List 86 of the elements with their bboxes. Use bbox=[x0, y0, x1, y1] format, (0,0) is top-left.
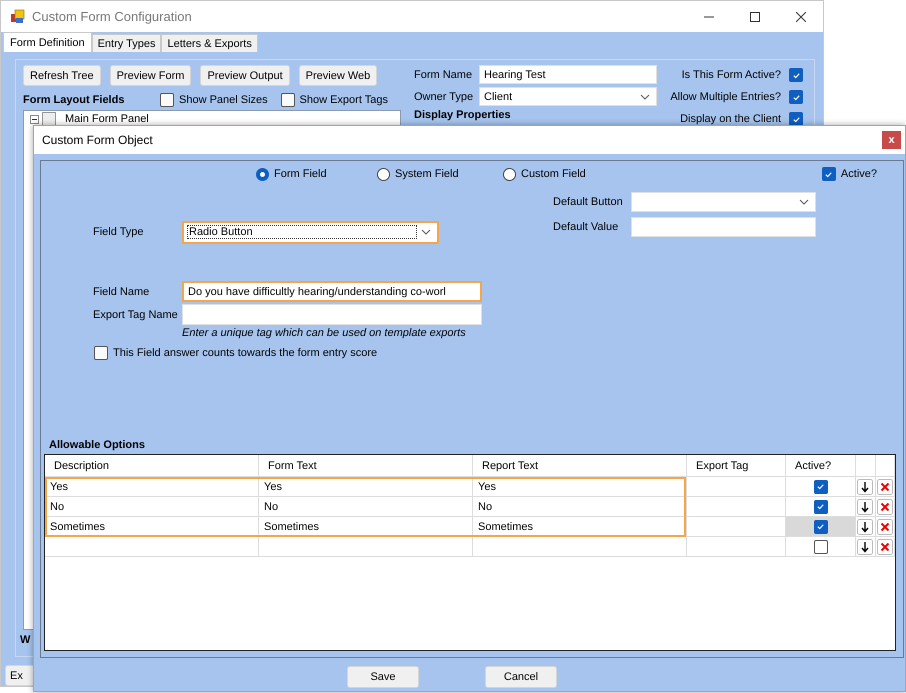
checkbox-label: This Field answer counts towards the form entry score bbox=[113, 347, 378, 359]
move-down-icon[interactable] bbox=[857, 478, 873, 494]
checkbox[interactable] bbox=[789, 90, 803, 104]
field-type-dropdown[interactable]: Radio Button bbox=[182, 220, 439, 244]
checkbox-label: Show Export Tags bbox=[300, 94, 388, 106]
section-heading: Form Layout Fields bbox=[23, 94, 126, 106]
toolbar-button[interactable]: Refresh Tree bbox=[23, 65, 101, 86]
checkbox[interactable] bbox=[789, 112, 803, 126]
checkbox-label: Show Panel Sizes bbox=[179, 94, 268, 106]
radio-label: System Field bbox=[395, 168, 459, 180]
column-header: Form Text bbox=[259, 455, 473, 476]
tree-item[interactable]: Main Form Panel bbox=[65, 113, 149, 125]
field-label: Form Name bbox=[414, 68, 474, 80]
checkbox-label: Active? bbox=[840, 168, 877, 180]
column-header: Description bbox=[45, 455, 259, 476]
toolbar-button[interactable]: Preview Output bbox=[200, 65, 290, 86]
checkbox-label: Display on the Client bbox=[680, 113, 781, 125]
table-cell: No bbox=[259, 497, 473, 516]
app-icon bbox=[10, 8, 26, 24]
checkbox-label: Allow Multiple Entries? bbox=[670, 91, 781, 103]
checkmark-icon bbox=[816, 502, 825, 511]
field-label: Default Button bbox=[553, 196, 624, 208]
tab[interactable]: Letters & Exports bbox=[161, 34, 258, 52]
checkmark-icon bbox=[824, 170, 834, 178]
field-name-field[interactable]: Do you have difficultly hearing/understanding co-worl bbox=[182, 281, 482, 302]
tab[interactable]: Entry Types bbox=[92, 34, 162, 52]
move-down-icon[interactable] bbox=[857, 538, 873, 554]
window-title: Custom Form Configuration bbox=[32, 9, 192, 24]
table-cell: No bbox=[473, 497, 687, 516]
column-header: Report Text bbox=[473, 455, 687, 476]
chevron-icon bbox=[640, 94, 650, 100]
checkbox[interactable] bbox=[280, 93, 295, 107]
chevron-icon bbox=[421, 228, 431, 234]
delete-icon[interactable] bbox=[877, 518, 893, 534]
move-down-icon[interactable] bbox=[857, 498, 873, 514]
dialog-title: Custom Form Object bbox=[42, 133, 153, 147]
owner-type-dropdown[interactable]: Client bbox=[479, 87, 657, 106]
checkbox[interactable] bbox=[822, 167, 836, 181]
checkbox[interactable] bbox=[814, 540, 828, 554]
dialog-button[interactable]: Save bbox=[347, 666, 419, 688]
checkbox[interactable] bbox=[814, 520, 828, 534]
delete-icon[interactable] bbox=[877, 498, 893, 514]
field-label: Field Name bbox=[93, 286, 150, 298]
column-header: Export Tag bbox=[687, 455, 786, 476]
default-value-field[interactable] bbox=[631, 217, 816, 237]
checkmark-icon bbox=[792, 92, 800, 102]
radio-button[interactable] bbox=[503, 168, 516, 180]
checkbox[interactable] bbox=[814, 500, 828, 514]
section-heading: Display Properties bbox=[414, 109, 512, 122]
checkmark-icon bbox=[816, 482, 825, 491]
close-icon[interactable] bbox=[796, 12, 806, 22]
radio-button[interactable] bbox=[377, 168, 390, 180]
active-cell[interactable] bbox=[786, 517, 856, 536]
column-header: Active? bbox=[786, 455, 856, 476]
collapse-icon[interactable] bbox=[30, 114, 39, 124]
field-label: Field Type bbox=[93, 226, 145, 238]
maximize-icon[interactable] bbox=[750, 12, 760, 22]
tab[interactable]: Form Definition bbox=[3, 32, 92, 52]
section-heading: W bbox=[20, 634, 30, 646]
field-label: Owner Type bbox=[414, 90, 474, 102]
field-label: Export Tag Name bbox=[93, 308, 179, 320]
radio-button[interactable] bbox=[256, 168, 269, 180]
toolbar-button[interactable]: Preview Form bbox=[110, 65, 192, 86]
form-name-field[interactable]: Hearing Test bbox=[479, 65, 657, 84]
delete-icon[interactable] bbox=[877, 538, 893, 554]
radio-label: Custom Field bbox=[521, 168, 586, 180]
toolbar-button[interactable]: Preview Web bbox=[298, 65, 378, 86]
dialog-button[interactable]: Cancel bbox=[485, 666, 557, 688]
radio-label: Form Field bbox=[274, 168, 327, 180]
close-button[interactable]: x bbox=[882, 131, 901, 149]
checkmark-icon bbox=[792, 70, 800, 80]
checkbox[interactable] bbox=[94, 346, 108, 360]
checkbox[interactable] bbox=[160, 93, 174, 107]
chevron-icon bbox=[799, 199, 809, 205]
delete-icon[interactable] bbox=[877, 478, 893, 494]
checkbox-label: Is This Form Active? bbox=[682, 69, 781, 81]
hint-text: Enter a unique tag which can be used on template exports bbox=[182, 327, 467, 339]
field-label: Default Value bbox=[553, 221, 620, 233]
checkmark-icon bbox=[792, 114, 800, 124]
checkbox[interactable] bbox=[814, 480, 828, 494]
section-heading: Allowable Options bbox=[49, 439, 146, 451]
export-tag-field[interactable] bbox=[182, 304, 482, 325]
panel-icon bbox=[42, 112, 56, 126]
checkmark-icon bbox=[816, 522, 825, 531]
move-down-icon[interactable] bbox=[857, 518, 873, 534]
checkbox[interactable] bbox=[789, 68, 803, 82]
